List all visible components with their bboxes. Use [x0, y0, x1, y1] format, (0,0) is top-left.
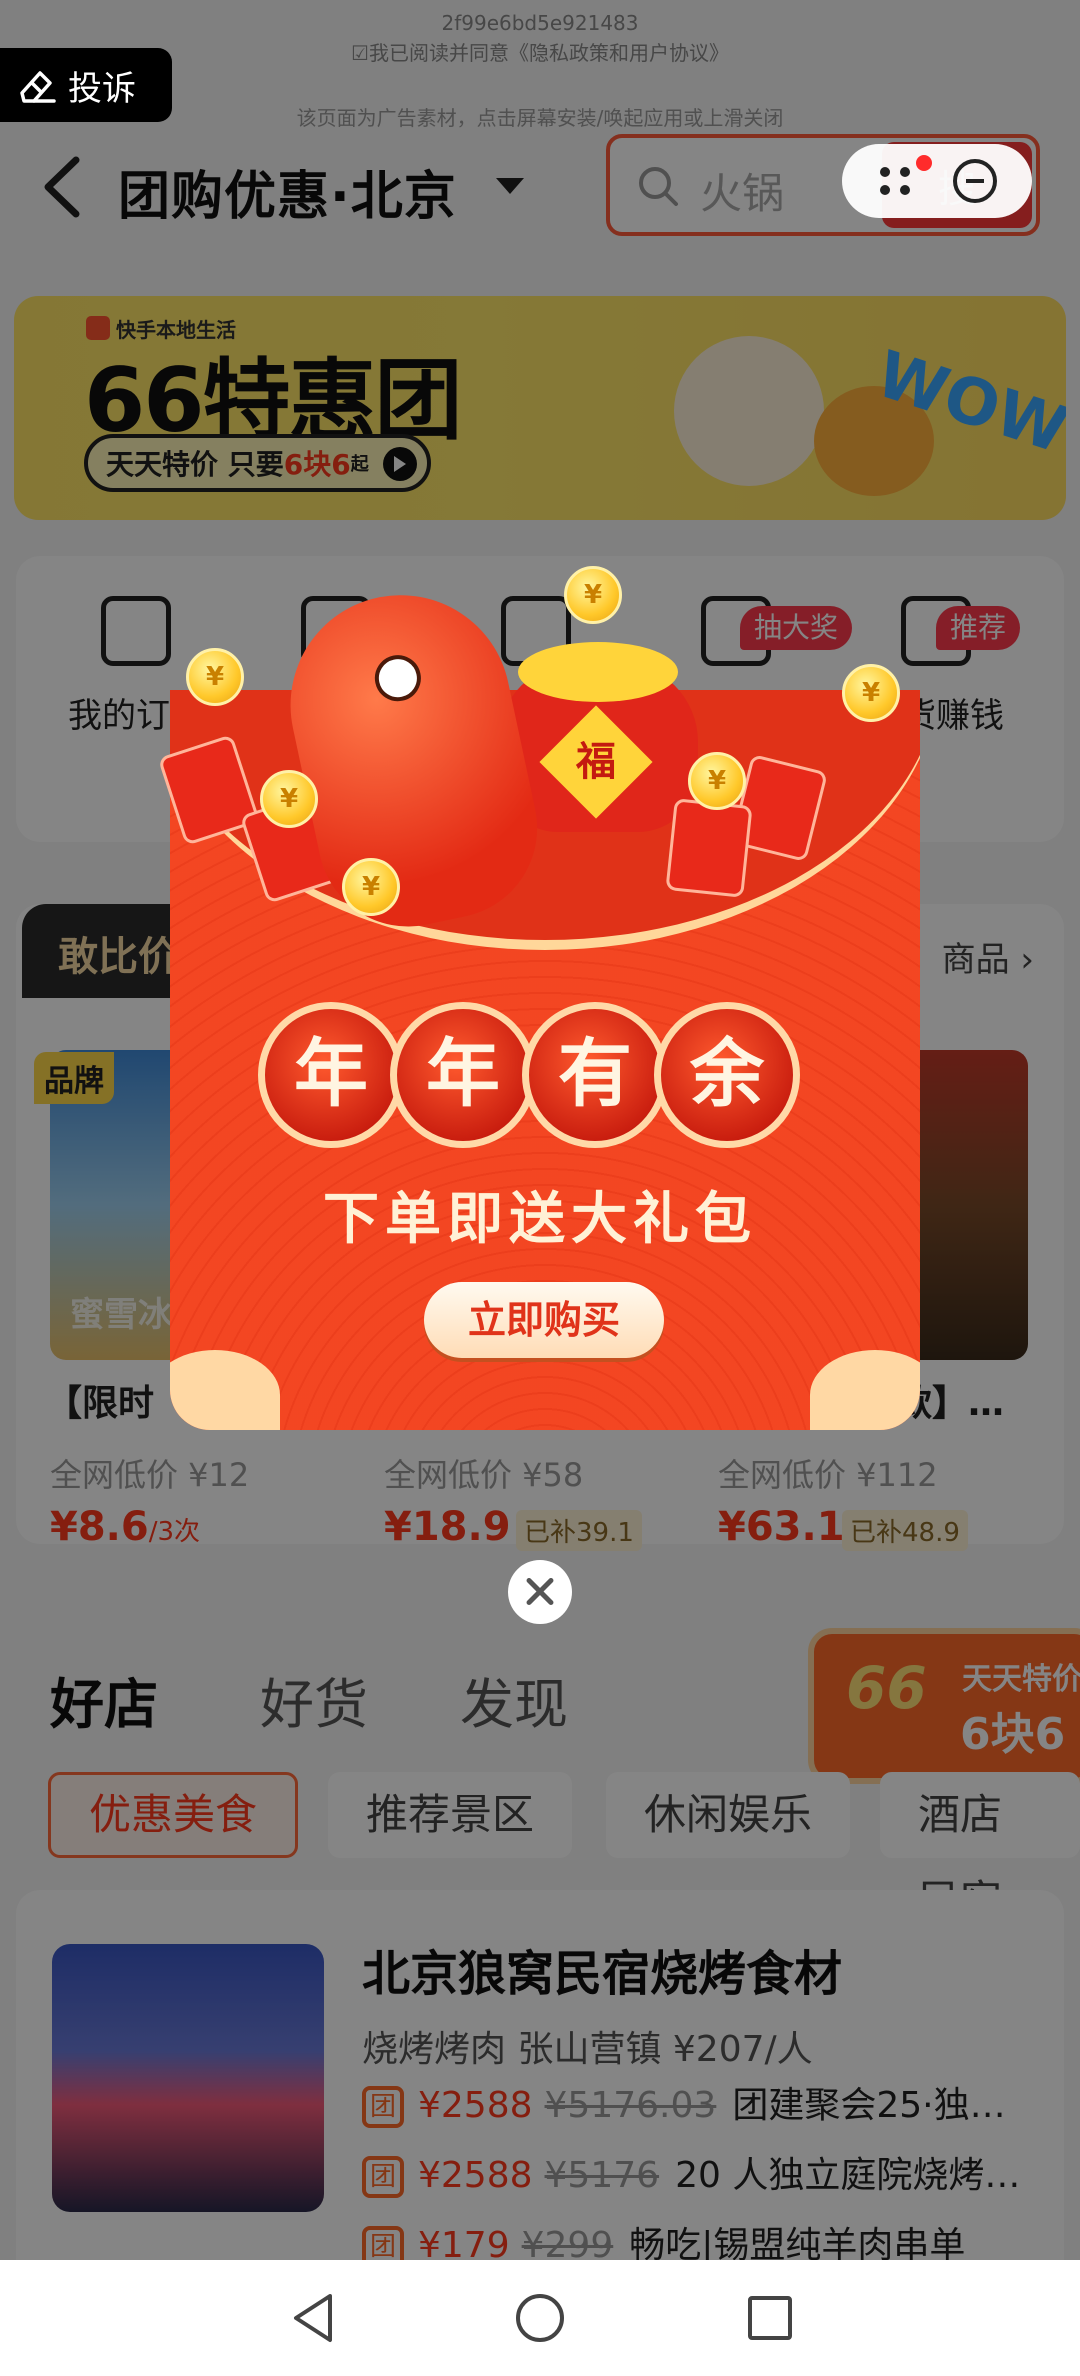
nav-recents-icon[interactable]	[748, 2296, 792, 2340]
mini-program-capsule[interactable]	[842, 144, 1032, 218]
complain-label: 投诉	[68, 68, 136, 109]
popup-subtitle: 下单即送大礼包	[323, 1187, 757, 1252]
char-badge: 有	[522, 1002, 668, 1148]
more-options-icon[interactable]	[878, 155, 932, 201]
fu-seal: 福	[539, 705, 653, 819]
red-envelope-popup[interactable]: 福 ¥ ¥ ¥ ¥ ¥ ¥ 年 年 有 余 下单即送大礼包 立即购买	[157, 566, 920, 1432]
coin-icon: ¥	[260, 770, 318, 828]
system-nav-bar	[0, 2260, 1080, 2376]
close-icon[interactable]	[508, 1560, 572, 1624]
char-badge: 年	[390, 1002, 536, 1148]
fu-character: 福	[576, 739, 616, 785]
coin-icon: ¥	[842, 664, 900, 722]
blessing-characters: 年 年 有 余	[258, 1002, 818, 1162]
complain-button[interactable]: 投诉	[0, 48, 172, 122]
buy-now-button[interactable]: 立即购买	[424, 1282, 664, 1358]
fish-eye	[370, 650, 426, 706]
eraser-icon	[20, 71, 56, 103]
coin-icon: ¥	[342, 858, 400, 916]
gold-ingots	[518, 642, 678, 702]
coin-icon: ¥	[688, 752, 746, 810]
notification-dot	[915, 155, 932, 171]
char-badge: 年	[258, 1002, 404, 1148]
coin-icon: ¥	[186, 648, 244, 706]
red-packet-icon	[665, 798, 753, 898]
coin-icon: ¥	[564, 566, 622, 624]
char-badge: 余	[654, 1002, 800, 1148]
nav-home-icon[interactable]	[516, 2294, 564, 2342]
nav-back-icon[interactable]	[290, 2292, 336, 2344]
minimize-icon[interactable]	[952, 159, 997, 203]
